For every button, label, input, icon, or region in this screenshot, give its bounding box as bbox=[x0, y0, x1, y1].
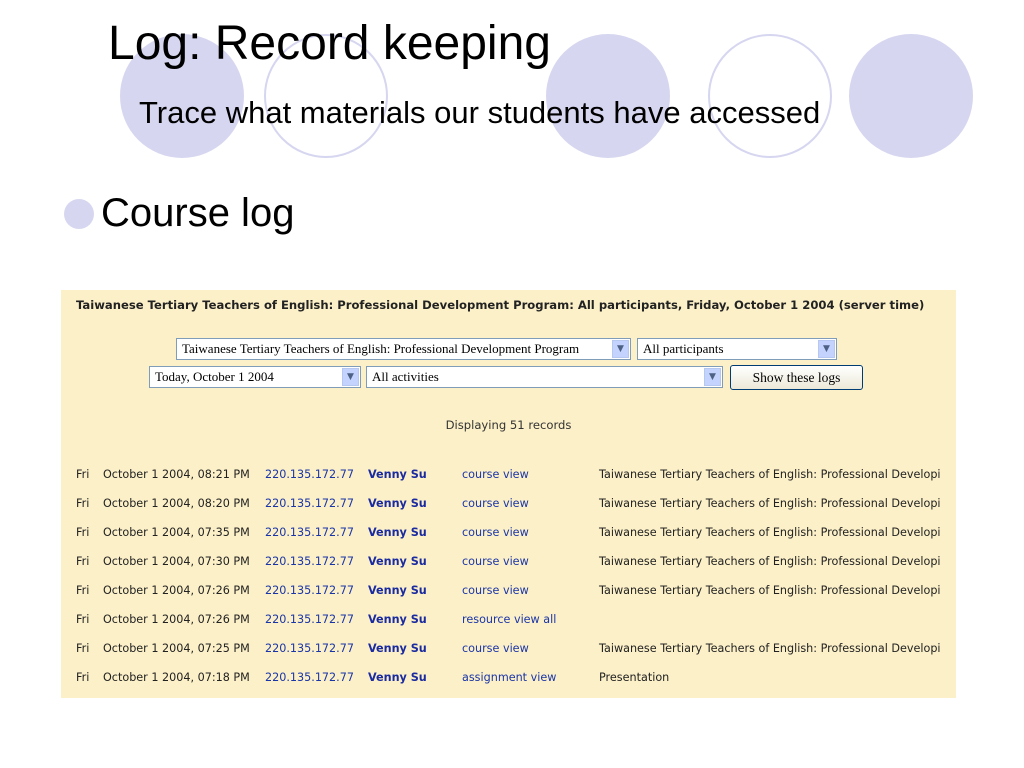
log-action-link[interactable]: assignment view bbox=[462, 663, 599, 692]
log-ip-link[interactable]: 220.135.172.77 bbox=[265, 489, 368, 518]
records-count: Displaying 51 records bbox=[445, 418, 572, 432]
log-day: Fri bbox=[76, 497, 90, 510]
log-day: Fri bbox=[76, 584, 90, 597]
log-user-link[interactable]: Venny Su bbox=[368, 634, 462, 663]
log-action-link[interactable]: course view bbox=[462, 489, 599, 518]
log-datetime: October 1 2004, 07:26 PM bbox=[103, 584, 250, 597]
log-info: Taiwanese Tertiary Teachers of English: … bbox=[599, 497, 941, 510]
log-datetime: October 1 2004, 07:25 PM bbox=[103, 642, 250, 655]
chevron-down-icon[interactable]: ▼ bbox=[342, 368, 359, 386]
log-datetime: October 1 2004, 07:18 PM bbox=[103, 671, 250, 684]
participants-select-value: All participants bbox=[643, 341, 724, 356]
table-row: Fri October 1 2004, 07:25 PM 220.135.172.7… bbox=[76, 634, 941, 663]
log-day: Fri bbox=[76, 613, 90, 626]
bullet-item: Course log bbox=[64, 191, 294, 236]
log-day: Fri bbox=[76, 642, 90, 655]
log-datetime: October 1 2004, 07:35 PM bbox=[103, 526, 250, 539]
log-info: Taiwanese Tertiary Teachers of English: … bbox=[599, 526, 941, 539]
course-log-screenshot: Taiwanese Tertiary Teachers of English: … bbox=[61, 290, 956, 698]
decor-circle-filled bbox=[849, 34, 973, 158]
table-row: Fri October 1 2004, 08:21 PM 220.135.172.7… bbox=[76, 460, 941, 489]
course-select-value: Taiwanese Tertiary Teachers of English: … bbox=[182, 341, 580, 356]
log-user-link[interactable]: Venny Su bbox=[368, 460, 462, 489]
log-info: Presentation bbox=[599, 671, 670, 684]
log-action-link[interactable]: course view bbox=[462, 576, 599, 605]
bullet-text: Course log bbox=[101, 191, 295, 235]
log-user-link[interactable]: Venny Su bbox=[368, 605, 462, 634]
log-datetime: October 1 2004, 08:21 PM bbox=[103, 468, 250, 481]
table-row: Fri October 1 2004, 07:18 PM 220.135.172.7… bbox=[76, 663, 941, 692]
date-select-value: Today, October 1 2004 bbox=[155, 369, 274, 384]
log-user-link[interactable]: Venny Su bbox=[368, 547, 462, 576]
log-ip-link[interactable]: 220.135.172.77 bbox=[265, 634, 368, 663]
log-action-link[interactable]: course view bbox=[462, 634, 599, 663]
bullet-icon bbox=[64, 198, 94, 229]
log-action-link[interactable]: course view bbox=[462, 547, 599, 576]
log-ip-link[interactable]: 220.135.172.77 bbox=[265, 518, 368, 547]
log-day: Fri bbox=[76, 468, 90, 481]
table-row: Fri October 1 2004, 08:20 PM 220.135.172.7… bbox=[76, 489, 941, 518]
log-day: Fri bbox=[76, 555, 90, 568]
chevron-down-icon[interactable]: ▼ bbox=[704, 368, 721, 386]
date-select[interactable]: Today, October 1 2004 ▼ bbox=[149, 366, 361, 388]
slide-subtitle: Trace what materials our students have a… bbox=[139, 95, 821, 130]
log-day: Fri bbox=[76, 671, 90, 684]
activities-select-value: All activities bbox=[372, 369, 439, 384]
show-logs-button[interactable]: Show these logs bbox=[730, 365, 863, 390]
log-user-link[interactable]: Venny Su bbox=[368, 518, 462, 547]
log-info: Taiwanese Tertiary Teachers of English: … bbox=[599, 642, 941, 655]
log-action-link[interactable]: course view bbox=[462, 518, 599, 547]
log-day: Fri bbox=[76, 526, 90, 539]
log-ip-link[interactable]: 220.135.172.77 bbox=[265, 460, 368, 489]
table-row: Fri October 1 2004, 07:26 PM 220.135.172.7… bbox=[76, 576, 941, 605]
log-user-link[interactable]: Venny Su bbox=[368, 489, 462, 518]
chevron-down-icon[interactable]: ▼ bbox=[612, 340, 629, 358]
log-user-link[interactable]: Venny Su bbox=[368, 663, 462, 692]
log-ip-link[interactable]: 220.135.172.77 bbox=[265, 547, 368, 576]
table-row: Fri October 1 2004, 07:35 PM 220.135.172.7… bbox=[76, 518, 941, 547]
log-datetime: October 1 2004, 07:26 PM bbox=[103, 613, 250, 626]
table-row: Fri October 1 2004, 07:30 PM 220.135.172.7… bbox=[76, 547, 941, 576]
log-action-link[interactable]: resource view all bbox=[462, 605, 599, 634]
log-info bbox=[599, 605, 941, 634]
log-info: Taiwanese Tertiary Teachers of English: … bbox=[599, 584, 941, 597]
log-ip-link[interactable]: 220.135.172.77 bbox=[265, 605, 368, 634]
activities-select[interactable]: All activities ▼ bbox=[366, 366, 723, 388]
log-action-link[interactable]: course view bbox=[462, 460, 599, 489]
log-table: Fri October 1 2004, 08:21 PM 220.135.172.7… bbox=[76, 460, 941, 692]
log-datetime: October 1 2004, 08:20 PM bbox=[103, 497, 250, 510]
chevron-down-icon[interactable]: ▼ bbox=[818, 340, 835, 358]
log-datetime: October 1 2004, 07:30 PM bbox=[103, 555, 250, 568]
log-user-link[interactable]: Venny Su bbox=[368, 576, 462, 605]
slide-title: Log: Record keeping bbox=[108, 17, 551, 70]
course-select[interactable]: Taiwanese Tertiary Teachers of English: … bbox=[176, 338, 631, 360]
table-row: Fri October 1 2004, 07:26 PM 220.135.172.7… bbox=[76, 605, 941, 634]
log-ip-link[interactable]: 220.135.172.77 bbox=[265, 576, 368, 605]
participants-select[interactable]: All participants ▼ bbox=[637, 338, 837, 360]
log-ip-link[interactable]: 220.135.172.77 bbox=[265, 663, 368, 692]
log-header: Taiwanese Tertiary Teachers of English: … bbox=[76, 298, 925, 312]
log-info: Taiwanese Tertiary Teachers of English: … bbox=[599, 555, 941, 568]
log-info: Taiwanese Tertiary Teachers of English: … bbox=[599, 468, 941, 481]
